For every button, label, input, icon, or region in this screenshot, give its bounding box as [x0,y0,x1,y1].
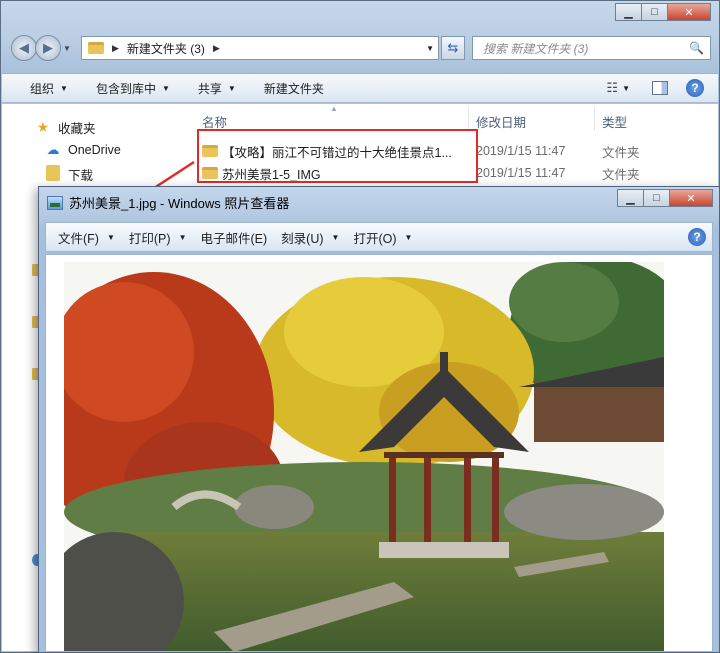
maximize-icon[interactable]: □ [643,189,670,207]
menu-email-label: 电子邮件(E) [200,231,268,246]
view-options-icon[interactable]: ☷ [606,80,618,96]
column-divider[interactable] [468,107,469,131]
column-divider[interactable] [594,107,595,131]
red-highlight-box [197,129,478,183]
refresh-icon[interactable]: ⇆ [441,36,465,60]
explorer-caption-buttons: ▁ □ ✕ [615,3,711,21]
preview-pane-icon[interactable] [652,81,668,95]
viewer-menubar: 文件(F) ▼ 打印(P) ▼ 电子邮件(E) 刻录(U) ▼ 打开(O) ▼ ? [45,222,713,252]
folder-icon [88,42,104,54]
column-type[interactable]: 类型 [602,112,627,131]
chevron-down-icon: ▼ [227,83,236,93]
menu-email[interactable]: 电子邮件(E) [200,228,267,247]
sort-arrow-icon: ▲ [330,104,338,113]
chevron-down-icon: ▼ [60,83,68,93]
chevron-down-icon: ▼ [106,232,115,242]
minimize-icon[interactable]: ▁ [615,3,642,21]
help-icon[interactable]: ? [688,228,706,246]
forward-icon[interactable]: ▶ [35,35,61,61]
search-icon: 🔍 [689,41,704,55]
close-icon[interactable]: ✕ [669,189,713,207]
menu-print-label: 打印(P) [128,231,171,246]
file-date: 2019/1/15 11:47 [476,166,566,180]
search-placeholder: 搜索 新建文件夹 (3) [483,41,589,56]
chevron-down-icon: ▼ [404,232,413,242]
share-label: 共享 [197,81,222,96]
organize-label: 组织 [30,81,55,96]
file-type: 文件夹 [602,167,640,182]
nav-item-onedrive[interactable]: ☁ OneDrive [44,142,121,158]
explorer-toolbar: 组织 ▼ 包含到库中 ▼ 共享 ▼ 新建文件夹 ☷ ▼ ? [2,73,718,103]
menu-burn[interactable]: 刻录(U) ▼ [281,228,339,247]
menu-print[interactable]: 打印(P) ▼ [129,228,187,247]
photo-viewer-icon [47,195,63,210]
photo-illustration [64,262,664,651]
share-button[interactable]: 共享 ▼ [198,80,236,97]
image-canvas[interactable] [45,254,713,652]
history-dropdown-icon[interactable]: ▼ [63,44,75,53]
menu-burn-label: 刻录(U) [281,231,324,246]
nav-item-favorites[interactable]: ★ 收藏夹 [34,118,96,137]
help-icon[interactable]: ? [686,79,704,97]
nav-item-label: OneDrive [68,143,121,157]
menu-open[interactable]: 打开(O) ▼ [353,228,412,247]
nav-item-downloads[interactable]: 下载 [44,165,93,184]
chevron-down-icon[interactable]: ▼ [622,84,630,93]
include-library-label: 包含到库中 [95,81,156,96]
address-bar[interactable]: ▶ 新建文件夹 (3) ▶ ▼ [81,36,439,60]
star-icon: ★ [36,119,50,135]
garden-pavilion-photo [64,262,664,651]
menu-file-label: 文件(F) [58,231,99,246]
breadcrumb-separator-icon[interactable]: ▶ [213,43,220,54]
chevron-down-icon: ▼ [161,83,170,93]
address-dropdown-icon[interactable]: ▼ [426,44,434,53]
file-date: 2019/1/15 11:47 [476,144,566,158]
viewer-titlebar: 苏州美景_1.jpg - Windows 照片查看器 [47,193,289,212]
include-library-button[interactable]: 包含到库中 ▼ [96,80,170,97]
nav-item-label: 下载 [68,169,94,183]
back-icon[interactable]: ◀ [11,35,37,61]
photo-viewer-window: 苏州美景_1.jpg - Windows 照片查看器 ▁ □ ✕ 文件(F) ▼ … [38,186,720,653]
toolbar-right: ☷ ▼ ? [606,79,704,97]
nav-item-label: 收藏夹 [58,122,96,136]
new-folder-button[interactable]: 新建文件夹 [264,80,324,97]
menu-open-label: 打开(O) [353,231,397,246]
breadcrumb-folder[interactable]: 新建文件夹 (3) [127,40,205,57]
address-row: ◀ ▶ ▼ ▶ 新建文件夹 (3) ▶ ▼ ⇆ 搜索 新建文件夹 (3) 🔍 [11,33,711,63]
cloud-icon: ☁ [46,142,60,157]
download-folder-icon [44,165,62,184]
viewer-title: 苏州美景_1.jpg - Windows 照片查看器 [69,196,290,211]
new-folder-label: 新建文件夹 [263,81,324,96]
chevron-down-icon: ▼ [178,232,187,242]
close-icon[interactable]: ✕ [667,3,711,21]
chevron-down-icon: ▼ [331,232,340,242]
minimize-icon[interactable]: ▁ [617,189,644,207]
file-type: 文件夹 [602,145,640,160]
menu-file[interactable]: 文件(F) ▼ [58,228,115,247]
viewer-caption-buttons: ▁ □ ✕ [617,189,713,207]
maximize-icon[interactable]: □ [641,3,668,21]
breadcrumb-separator-icon[interactable]: ▶ [112,43,119,54]
search-input[interactable]: 搜索 新建文件夹 (3) 🔍 [472,36,711,60]
column-date[interactable]: 修改日期 [476,112,526,131]
organize-button[interactable]: 组织 ▼ [30,80,68,97]
